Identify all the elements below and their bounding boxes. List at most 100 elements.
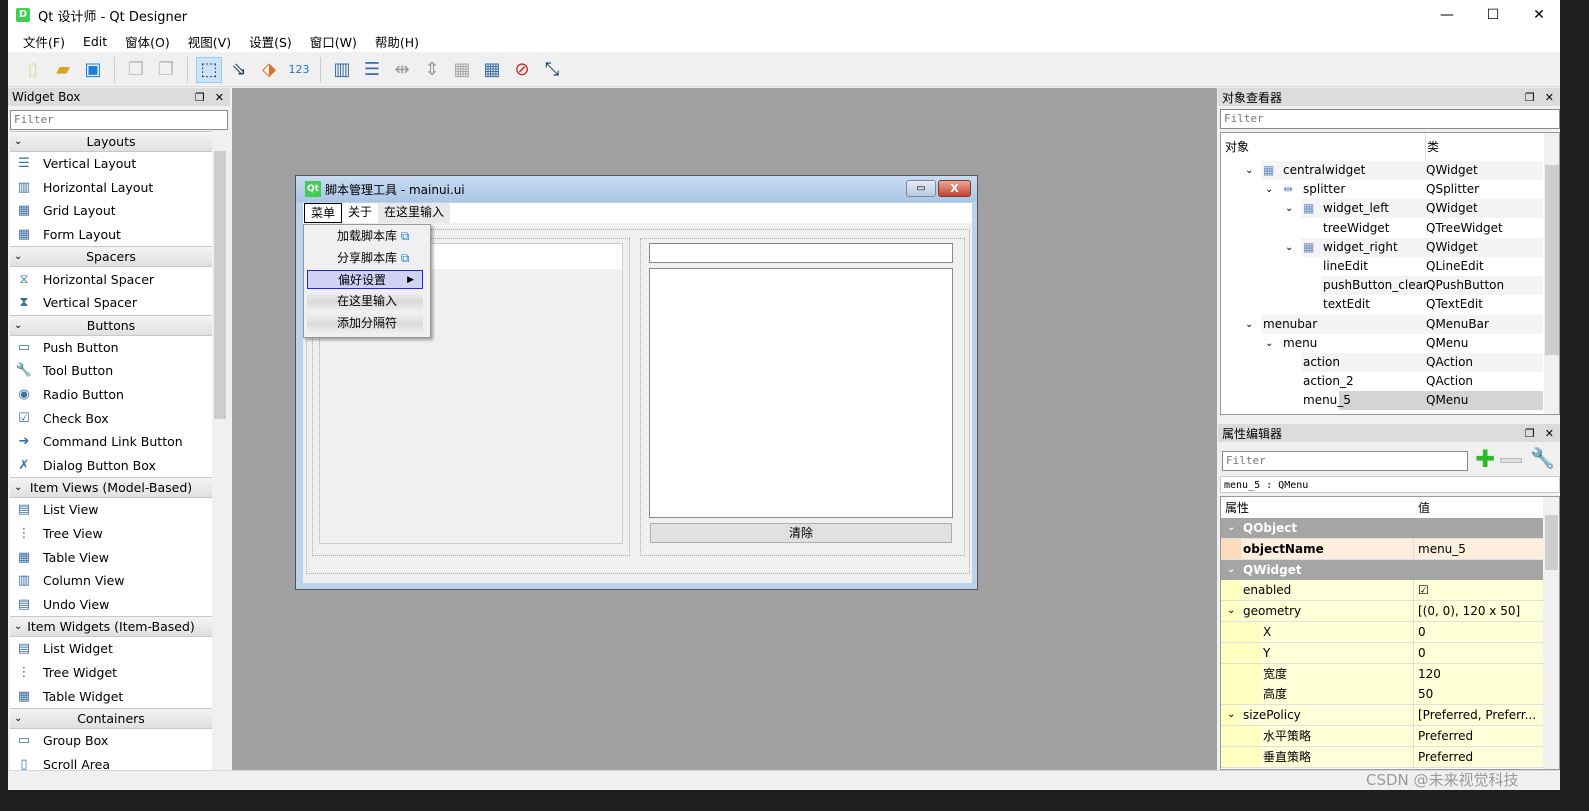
edit-tab-order-icon[interactable]: 123 [286, 57, 312, 83]
menu-file[interactable]: 文件(F) [14, 32, 74, 51]
object-tree-row[interactable]: treeWidget QTreeWidget [1221, 219, 1543, 238]
minimize-button[interactable]: — [1424, 0, 1470, 30]
widget-box-filter[interactable]: Filter [10, 110, 228, 130]
chevron-down-icon[interactable]: ⌄ [1227, 705, 1235, 725]
widget-item[interactable]: ◉ Radio Button [10, 383, 212, 407]
object-tree-scrollbar[interactable] [1544, 133, 1559, 414]
menu-form[interactable]: 窗体(O) [116, 32, 179, 51]
form-layout-icon[interactable]: ▦ [479, 57, 505, 83]
widget-item[interactable]: ▤ List View [10, 498, 212, 522]
object-tree-row[interactable]: ⌄ ⇹ splitter QSplitter [1221, 180, 1543, 199]
remove-property-icon[interactable] [1500, 458, 1522, 463]
line-edit[interactable] [649, 243, 953, 263]
category-header[interactable]: ⌄ Layouts [10, 131, 212, 152]
float-icon[interactable]: ❐ [1525, 427, 1535, 440]
edit-widgets-icon[interactable]: ⬚ [196, 56, 222, 83]
property-value[interactable]: Preferred [1418, 726, 1473, 746]
menu-edit[interactable]: Edit [74, 34, 116, 49]
vertical-splitter-icon[interactable]: ⇕ [419, 57, 445, 83]
horizontal-splitter-icon[interactable]: ⇹ [389, 57, 415, 83]
edit-buddies-icon[interactable]: ⬗ [256, 57, 282, 83]
widget-item[interactable]: ▤ List Widget [10, 637, 212, 661]
property-value[interactable]: 50 [1418, 684, 1433, 704]
widget-item[interactable]: ☑ Check Box [10, 406, 212, 430]
adjust-size-icon[interactable]: ⤡ [539, 57, 565, 83]
float-icon[interactable]: ❐ [1525, 91, 1535, 104]
widget-item[interactable]: ⋮ Tree View [10, 522, 212, 546]
category-header[interactable]: ⌄ Buttons [10, 314, 212, 336]
menu-item-add-separator[interactable]: 添加分隔符 [307, 314, 423, 333]
object-tree-row[interactable]: action QAction [1221, 353, 1543, 372]
property-value[interactable]: 0 [1418, 622, 1426, 642]
widget-item[interactable]: ▦ Table View [10, 545, 212, 569]
property-row[interactable]: 宽度 120 [1221, 663, 1543, 685]
property-row[interactable]: objectName menu_5 [1221, 538, 1543, 560]
menu-item-share-library[interactable]: 分享脚本库 ⧉ [307, 249, 423, 268]
category-header[interactable]: ⌄ Item Views (Model-Based) [10, 477, 212, 499]
menu-settings[interactable]: 设置(S) [240, 32, 301, 51]
wrench-icon[interactable]: 🔧 [1530, 446, 1555, 470]
scroll-thumb[interactable] [214, 151, 226, 419]
widget-item[interactable]: 🔧 Tool Button [10, 359, 212, 383]
chevron-down-icon[interactable]: ⌄ [1285, 238, 1293, 257]
close-icon[interactable]: ✕ [1545, 91, 1554, 104]
property-value[interactable]: 0 [1418, 643, 1426, 663]
property-row[interactable]: ⌄ geometry [(0, 0), 120 x 50] [1221, 601, 1543, 623]
float-icon[interactable]: ❐ [195, 91, 205, 104]
widget-item[interactable]: ✗ Dialog Button Box [10, 454, 212, 478]
menu-item-preferences[interactable]: 偏好设置 ▶ [307, 270, 423, 289]
widget-item[interactable]: ▤ Undo View [10, 593, 212, 617]
close-icon[interactable]: ✕ [215, 91, 224, 104]
widget-item[interactable]: ▦ Table Widget [10, 684, 212, 708]
property-row[interactable]: 水平策略 Preferred [1221, 726, 1543, 747]
object-tree-row[interactable]: ⌄ menu QMenu [1221, 334, 1543, 353]
widget-item[interactable]: ☰ Vertical Layout [10, 152, 212, 176]
menu-item-type-here[interactable]: 在这里输入 [307, 292, 423, 311]
property-value[interactable]: [(0, 0), 120 x 50] [1418, 601, 1520, 621]
widget-item[interactable]: ⧖ Horizontal Spacer [10, 267, 212, 291]
edit-signals-slots-icon[interactable]: ⇘ [226, 57, 252, 83]
property-value[interactable]: 120 [1418, 664, 1441, 684]
close-icon[interactable]: ✕ [1545, 427, 1554, 440]
chevron-down-icon[interactable]: ⌄ [1265, 334, 1273, 353]
form-menu-guanyu[interactable]: 关于 [342, 203, 378, 223]
property-scrollbar[interactable] [1543, 497, 1559, 769]
chevron-down-icon[interactable]: ⌄ [1285, 199, 1293, 218]
object-tree-row[interactable]: ⌄ ▦ centralwidget QWidget [1221, 161, 1543, 180]
form-menu-caidan[interactable]: 菜单 [304, 203, 343, 223]
clear-button[interactable]: 清除 [650, 523, 952, 543]
property-value[interactable]: Preferred [1418, 747, 1473, 767]
form-minimize-button[interactable]: ▭ [906, 180, 936, 197]
object-tree-row[interactable]: ⌄ menubar QMenuBar [1221, 314, 1543, 334]
category-header[interactable]: ⌄ Item Widgets (Item-Based) [10, 616, 212, 638]
property-row[interactable]: ⌄ sizePolicy [Preferred, Preferr... [1221, 705, 1543, 727]
widget-item[interactable]: ▥ Horizontal Layout [10, 176, 212, 200]
menu-help[interactable]: 帮助(H) [366, 32, 428, 51]
chevron-down-icon[interactable]: ⌄ [1265, 180, 1273, 199]
chevron-down-icon[interactable]: ⌄ [1245, 161, 1253, 180]
object-tree-row[interactable]: action_2 QAction [1221, 372, 1543, 391]
category-header[interactable]: ⌄ Spacers [10, 246, 212, 268]
chevron-down-icon[interactable]: ⌄ [1227, 518, 1235, 538]
widget-item[interactable]: ▭ Group Box [10, 729, 212, 753]
object-tree-row[interactable]: ⌄ ▦ widget_right QWidget [1221, 237, 1543, 257]
bring-front-icon[interactable]: ❐ [153, 57, 179, 83]
object-inspector-filter[interactable]: Filter [1220, 109, 1560, 129]
add-property-icon[interactable]: ✚ [1475, 445, 1495, 473]
new-file-icon[interactable]: ▯ [20, 57, 46, 83]
property-row[interactable]: 垂直策略 Preferred [1221, 746, 1543, 768]
widget-item[interactable]: ▦ Grid Layout [10, 199, 212, 223]
vertical-layout-icon[interactable]: ☰ [359, 57, 385, 83]
menu-window[interactable]: 窗口(W) [301, 32, 366, 51]
widget-item[interactable]: ▦ Form Layout [10, 223, 212, 247]
property-filter[interactable]: Filter [1222, 451, 1468, 471]
widget-item[interactable]: ⧗ Vertical Spacer [10, 291, 212, 315]
widget-item[interactable]: ▥ Column View [10, 569, 212, 593]
text-edit[interactable] [649, 268, 953, 518]
menu-view[interactable]: 视图(V) [179, 32, 240, 51]
object-tree-row[interactable]: pushButton_clear QPushButton [1221, 276, 1543, 296]
property-value[interactable]: ☑ [1418, 580, 1429, 600]
break-layout-icon[interactable]: ⊘ [509, 57, 535, 83]
chevron-down-icon[interactable]: ⌄ [1227, 560, 1235, 580]
form-close-button[interactable]: X [938, 180, 971, 197]
